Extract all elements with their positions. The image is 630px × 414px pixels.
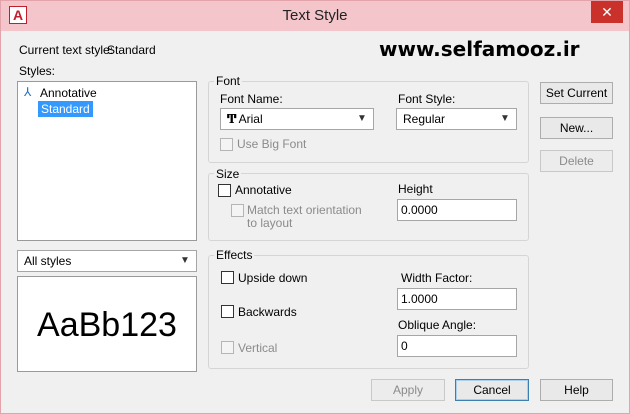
font-name-value: Arial <box>238 112 263 126</box>
backwards-label: Backwards <box>238 305 297 319</box>
match-orientation-label-line1: Match text orientation <box>247 203 362 217</box>
close-icon: ✕ <box>601 4 613 20</box>
size-group-title: Size <box>214 167 242 181</box>
styles-filter-value: All styles <box>24 254 72 268</box>
list-item-annotative[interactable]: Annotative <box>40 85 97 101</box>
close-button[interactable]: ✕ <box>591 1 623 23</box>
use-big-font-checkbox[interactable] <box>220 138 233 151</box>
font-group-title: Font <box>214 74 243 88</box>
chevron-down-icon: ▼ <box>500 113 510 124</box>
font-style-label: Font Style: <box>398 92 456 106</box>
font-name-label: Font Name: <box>220 92 283 106</box>
font-name-dropdown[interactable]: Ͳ Arial ▼ <box>220 108 374 130</box>
text-style-dialog: A Text Style ✕ Current text style: Stand… <box>0 0 630 414</box>
oblique-angle-label: Oblique Angle: <box>398 318 477 332</box>
size-annotative-label: Annotative <box>235 183 292 197</box>
window-title: Text Style <box>282 7 348 24</box>
oblique-angle-input[interactable]: 0 <box>397 335 517 357</box>
truetype-font-icon: Ͳ <box>227 112 237 126</box>
chevron-down-icon: ▼ <box>180 255 190 266</box>
new-button[interactable]: New... <box>540 117 613 139</box>
vertical-label: Vertical <box>238 341 278 355</box>
font-style-value: Regular <box>403 112 446 126</box>
set-current-button[interactable]: Set Current <box>540 82 613 104</box>
width-factor-input[interactable]: 1.0000 <box>397 288 517 310</box>
height-input[interactable]: 0.0000 <box>397 199 517 221</box>
effects-group-title: Effects <box>214 248 255 262</box>
annotative-icon: ⅄ <box>24 85 32 99</box>
preview-box: AaBb123 <box>17 276 197 372</box>
watermark: www.selfamooz.ir <box>379 37 580 61</box>
delete-button[interactable]: Delete <box>540 150 613 172</box>
font-style-dropdown[interactable]: Regular ▼ <box>396 108 517 130</box>
help-button[interactable]: Help <box>540 379 613 401</box>
height-label: Height <box>398 182 433 196</box>
apply-button[interactable]: Apply <box>371 379 445 401</box>
match-orientation-label-line2: to layout <box>247 216 293 230</box>
width-factor-label: Width Factor: <box>401 271 473 285</box>
upside-down-label: Upside down <box>238 271 308 285</box>
chevron-down-icon: ▼ <box>357 113 367 124</box>
styles-filter-dropdown[interactable]: All styles ▼ <box>17 250 197 272</box>
list-item-standard[interactable]: Standard <box>38 101 93 117</box>
use-big-font-label: Use Big Font <box>237 137 307 151</box>
backwards-checkbox[interactable] <box>221 305 234 318</box>
preview-text: AaBb123 <box>37 306 177 344</box>
vertical-checkbox[interactable] <box>221 341 234 354</box>
cancel-button[interactable]: Cancel <box>455 379 529 401</box>
styles-list[interactable]: ⅄ Annotative Standard <box>17 81 197 241</box>
styles-label: Styles: <box>19 64 56 78</box>
size-annotative-checkbox[interactable] <box>218 184 231 197</box>
match-orientation-checkbox[interactable] <box>231 204 244 217</box>
title-bar[interactable]: A Text Style ✕ <box>1 1 629 31</box>
current-style-value: Standard <box>107 43 156 57</box>
current-style-label: Current text style: <box>19 43 114 57</box>
upside-down-checkbox[interactable] <box>221 271 234 284</box>
